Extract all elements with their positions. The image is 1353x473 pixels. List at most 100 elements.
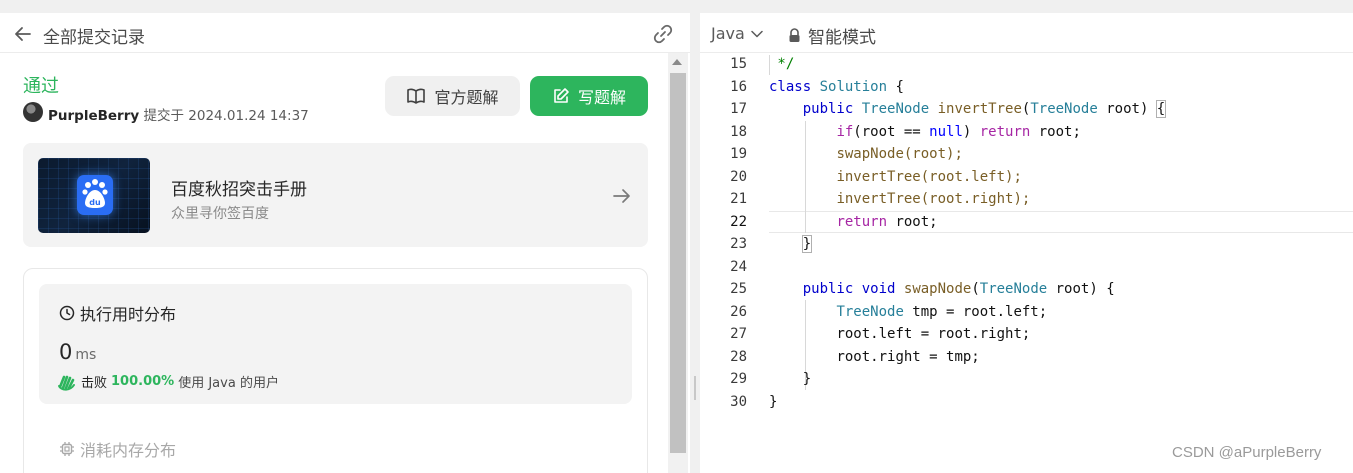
editor-header: Java 智能模式 <box>700 13 1353 53</box>
line-number: 18 <box>730 123 747 140</box>
link-icon[interactable] <box>650 21 676 47</box>
keyword-token: class <box>769 78 812 95</box>
beats-percent: 100.00% <box>111 374 175 389</box>
all-submissions-link[interactable]: 全部提交记录 <box>43 23 145 48</box>
splitter-grip[interactable] <box>694 376 696 400</box>
arrow-left-icon[interactable] <box>12 23 34 45</box>
runtime-number: 0 <box>59 340 73 364</box>
code-text: } <box>769 368 811 391</box>
code-token: (root == <box>853 123 930 140</box>
submission-meta: PurpleBerry 提交于 2024.01.24 14:37 <box>48 104 309 124</box>
line-number: 22 <box>730 213 747 230</box>
ad-subtitle: 众里寻你签百度 <box>171 206 269 222</box>
code-line: 26 TreeNode tmp = root.left; <box>700 301 1353 324</box>
code-token: invertTree(root.left); <box>836 168 1022 185</box>
runtime-distribution[interactable]: 执行用时分布 0 ms 击败 100.00% 使用 Java 的用户 <box>39 284 632 404</box>
ad-card[interactable]: du 百度秋招突击手册 众里寻你签百度 <box>23 143 648 247</box>
left-scrollbar[interactable] <box>668 53 688 473</box>
scroll-up-icon[interactable] <box>672 59 682 65</box>
performance-card: 执行用时分布 0 ms 击败 100.00% 使用 Java 的用户 消耗内存分… <box>23 268 648 473</box>
runtime-value: 0 ms <box>59 340 96 364</box>
code-text: if(root == null) return root; <box>836 123 1081 140</box>
code-line: 20 invertTree(root.left); <box>700 166 1353 189</box>
avatar[interactable] <box>23 102 43 122</box>
ad-title: 百度秋招突击手册 <box>171 180 307 200</box>
official-solution-button[interactable]: 官方题解 <box>385 76 520 116</box>
line-number: 23 <box>730 236 747 252</box>
function-token: invertTree <box>937 101 1022 117</box>
submission-status: 通过 <box>23 76 59 97</box>
runtime-unit: ms <box>75 347 97 363</box>
code-text: return root; <box>769 211 937 234</box>
panel-splitter[interactable] <box>690 0 700 473</box>
mode-label: 智能模式 <box>808 28 876 48</box>
keyword-token: public <box>802 281 854 297</box>
edit-icon <box>554 88 569 103</box>
code-line: 19 swapNode(root); <box>700 143 1353 166</box>
type-token: TreeNode <box>1030 101 1098 117</box>
code-line: 24 <box>700 256 1353 279</box>
ad-image: du <box>38 158 150 233</box>
line-number: 29 <box>730 371 747 387</box>
memory-distribution[interactable]: 消耗内存分布 <box>59 437 176 461</box>
language-select[interactable]: Java <box>711 24 763 43</box>
submission-header: 全部提交记录 <box>0 13 690 53</box>
code-token: swapNode(root); <box>836 146 963 162</box>
code-token: } <box>802 371 812 387</box>
username[interactable]: PurpleBerry <box>48 108 139 124</box>
code-token: { <box>887 78 904 95</box>
line-number: 20 <box>730 168 747 185</box>
beats-suffix: 使用 Java 的用户 <box>178 376 279 391</box>
write-solution-button[interactable]: 写题解 <box>530 76 648 116</box>
code-text: } <box>769 391 777 414</box>
type-token: Solution <box>819 78 888 95</box>
code-token: } <box>769 393 778 410</box>
code-token: tmp = root.left; <box>903 303 1048 320</box>
code-text: public void swapNode(TreeNode root) { <box>802 281 1115 297</box>
code-line: 27 root.left = root.right; <box>700 323 1353 346</box>
line-number: 28 <box>730 348 747 365</box>
language-label: Java <box>711 24 745 43</box>
code-line: 18 if(root == null) return root; <box>700 121 1353 144</box>
line-number: 24 <box>730 258 747 275</box>
line-number: 15 <box>730 56 747 72</box>
smart-mode-toggle[interactable]: 智能模式 <box>788 23 876 48</box>
code-token: invertTree(root.right); <box>836 191 1031 207</box>
code-text: */ <box>769 53 794 76</box>
keyword-token: if <box>836 123 854 140</box>
runtime-title-label: 执行用时分布 <box>80 305 177 324</box>
code-text: public TreeNode invertTree(TreeNode root… <box>802 100 1167 118</box>
scroll-thumb[interactable] <box>670 73 686 453</box>
app-window: 全部提交记录 通过 PurpleBerry 提交于 2024.01.24 14:… <box>0 0 1353 473</box>
runtime-title: 执行用时分布 <box>59 301 176 325</box>
code-text: invertTree(root.right); <box>769 188 1030 211</box>
official-solution-label: 官方题解 <box>434 88 499 107</box>
code-token: root <box>1106 101 1140 117</box>
code-text: invertTree(root.left); <box>769 166 1022 189</box>
code-line: 29 } <box>700 368 1353 391</box>
code-line: 22 return root; <box>700 211 1353 234</box>
code-editor-panel: Java 智能模式 15 */ 16 class Solution {17 p… <box>700 0 1353 473</box>
top-strip <box>700 0 1353 13</box>
line-number: 27 <box>730 326 747 342</box>
function-token: swapNode <box>903 281 972 297</box>
code-token: root; <box>1030 123 1081 140</box>
keyword-token: public <box>802 101 854 117</box>
book-icon <box>407 88 426 104</box>
write-solution-label: 写题解 <box>577 88 626 107</box>
submitted-time: 提交于 2024.01.24 14:37 <box>143 108 309 124</box>
code-line: 23 } <box>700 233 1353 256</box>
code-area[interactable]: 15 */ 16 class Solution { 17 public Tree… <box>700 53 1353 473</box>
beats-label: 击败 <box>81 376 108 391</box>
line-number: 19 <box>730 146 747 162</box>
watermark: CSDN @aPurpleBerry <box>1172 444 1322 461</box>
bracket-match: { <box>1155 100 1167 118</box>
bracket-match: } <box>801 235 813 253</box>
line-number: 16 <box>730 78 747 95</box>
code-text: root.right = tmp; <box>769 346 979 369</box>
clap-hands-icon <box>58 375 75 391</box>
line-number: 21 <box>730 191 747 207</box>
code-line: 30 } <box>700 391 1353 414</box>
beats-line: 击败 100.00% 使用 Java 的用户 <box>57 372 279 391</box>
type-token: TreeNode <box>979 281 1048 297</box>
